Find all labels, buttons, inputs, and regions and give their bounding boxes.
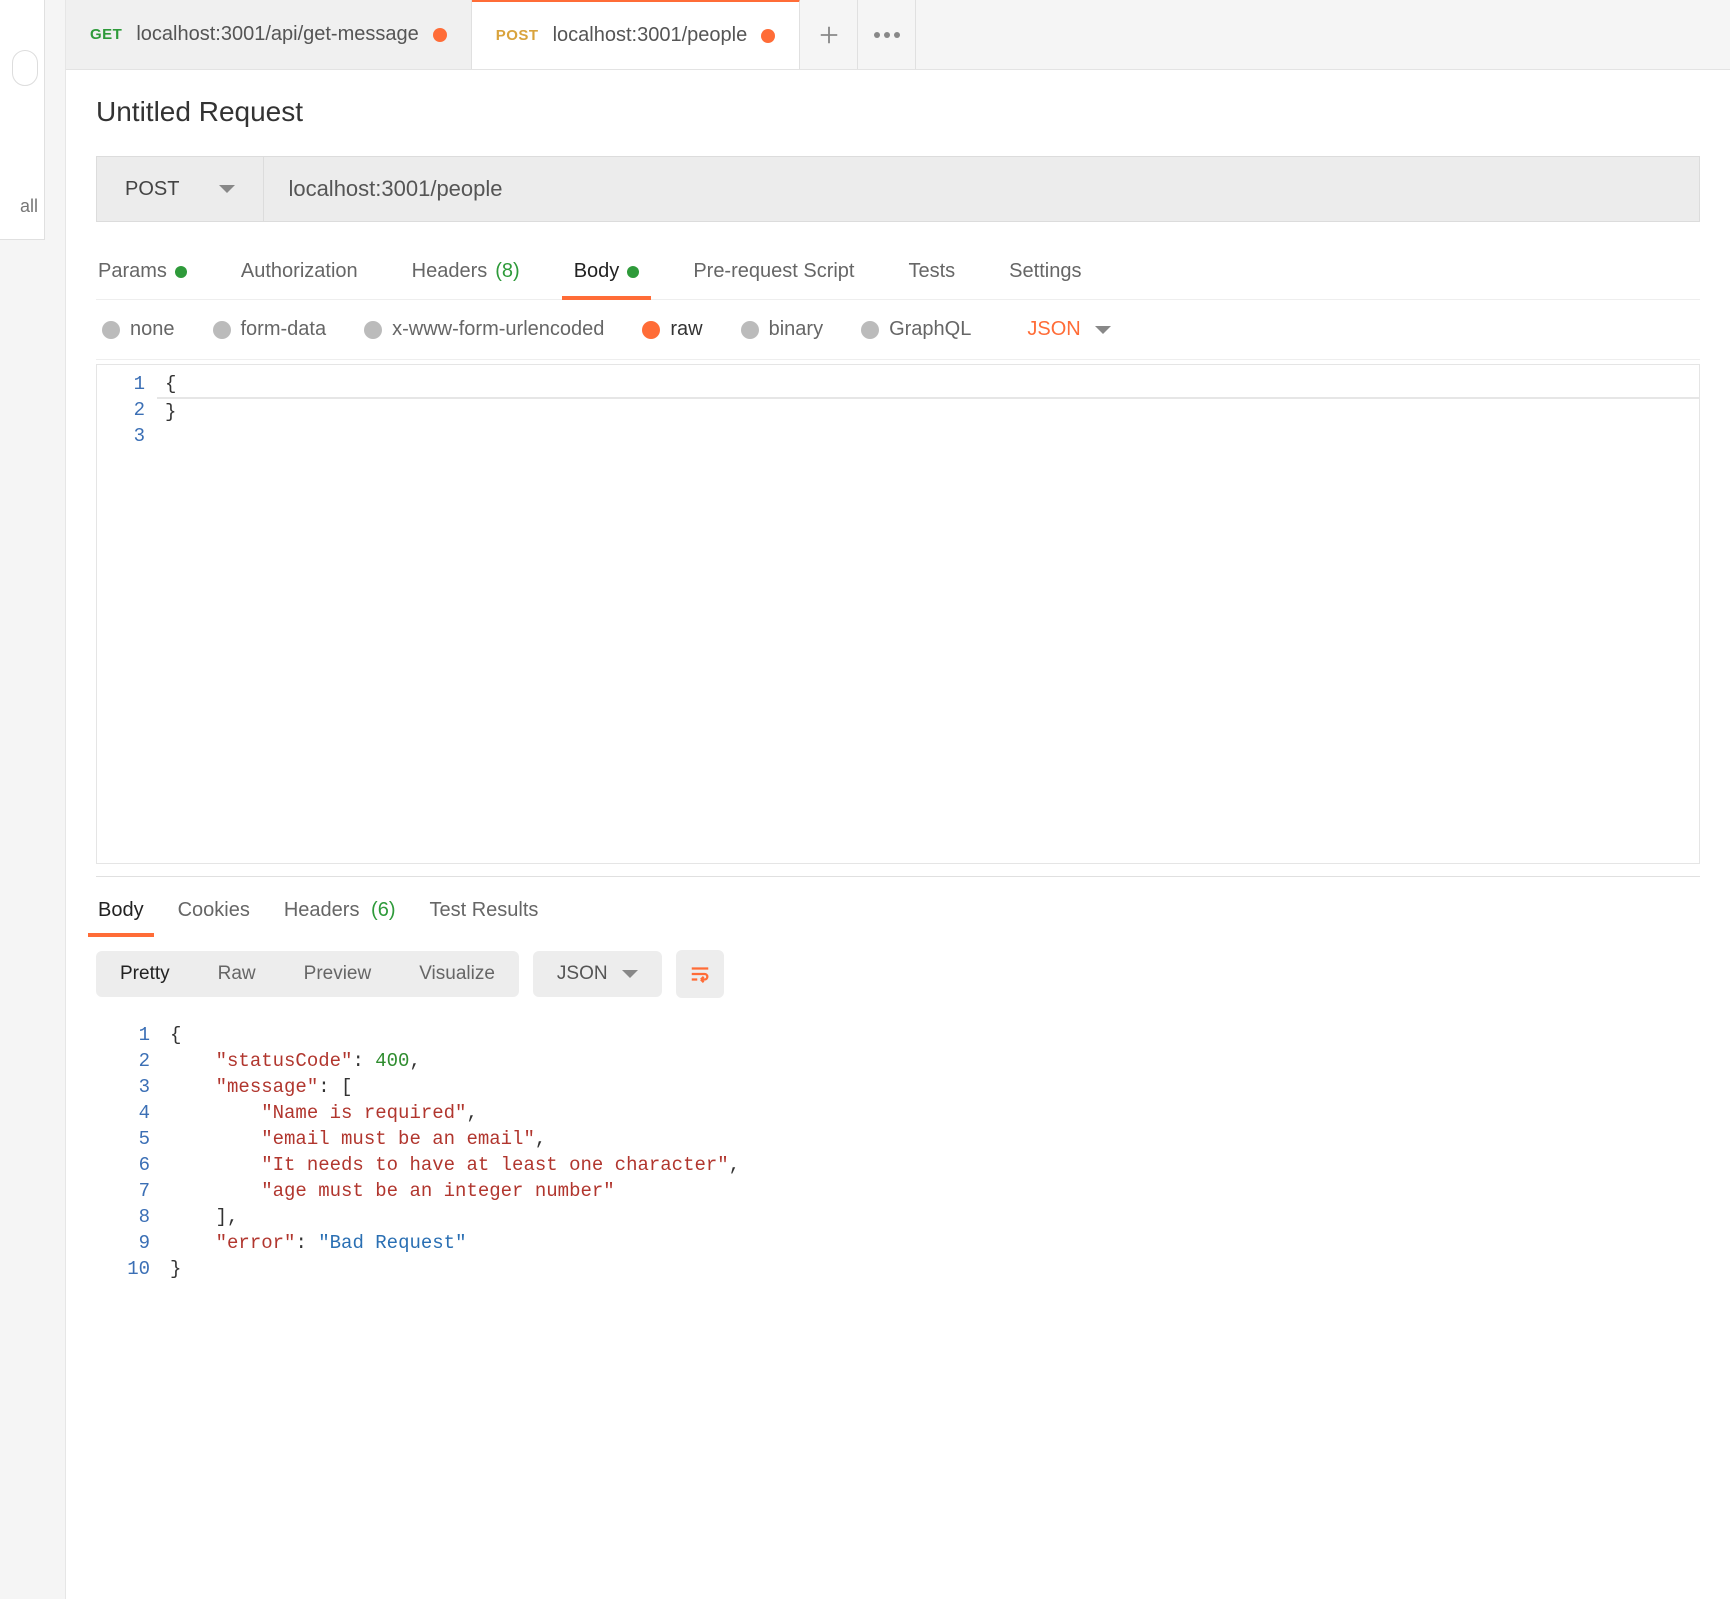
view-raw-label: Raw	[218, 963, 256, 984]
wrap-icon	[689, 963, 711, 985]
tab-body-label: Body	[574, 260, 620, 283]
tab-url: localhost:3001/people	[553, 24, 748, 47]
response-body-editor[interactable]: 12345678910 { "statusCode": 400, "messag…	[96, 1016, 1700, 1288]
new-tab-button[interactable]	[800, 0, 858, 69]
response-tab-test-results[interactable]: Test Results	[427, 895, 540, 936]
tab-prerequest[interactable]: Pre-request Script	[691, 250, 856, 299]
request-body-editor[interactable]: 123 {}	[96, 364, 1700, 864]
response-code: { "statusCode": 400, "message": [ "Name …	[162, 1016, 1700, 1288]
body-type-raw[interactable]: raw	[642, 318, 702, 341]
radio-icon	[642, 321, 660, 339]
radio-icon	[213, 321, 231, 339]
tab-tests-label: Tests	[908, 260, 955, 283]
request-tab-1[interactable]: POST localhost:3001/people	[472, 0, 800, 69]
tab-params[interactable]: Params	[96, 250, 189, 299]
response-area: Body Cookies Headers (6) Test Results Pr…	[96, 876, 1700, 1599]
tab-settings-label: Settings	[1009, 260, 1081, 283]
radio-icon	[861, 321, 879, 339]
view-pretty-label: Pretty	[120, 963, 170, 984]
body-type-raw-label: raw	[670, 318, 702, 341]
request-tabs-strip: GET localhost:3001/api/get-message POST …	[66, 0, 1730, 70]
response-tab-test-results-label: Test Results	[429, 899, 538, 921]
tab-headers-count: (8)	[495, 260, 519, 283]
body-type-form-data[interactable]: form-data	[213, 318, 327, 341]
response-toolbar: Pretty Raw Preview Visualize JSON	[96, 950, 1700, 998]
sidebar-pill	[12, 50, 38, 86]
status-dot-icon	[627, 266, 639, 278]
view-visualize[interactable]: Visualize	[395, 951, 519, 997]
response-tab-body[interactable]: Body	[96, 895, 146, 936]
unsaved-dot-icon	[433, 28, 447, 42]
view-visualize-label: Visualize	[419, 963, 495, 984]
response-tab-headers[interactable]: Headers (6)	[282, 895, 398, 936]
body-type-urlencoded-label: x-www-form-urlencoded	[392, 318, 604, 341]
view-pretty[interactable]: Pretty	[96, 951, 194, 997]
url-bar: POST localhost:3001/people	[96, 156, 1700, 222]
tab-method: GET	[90, 26, 122, 43]
response-tabs: Body Cookies Headers (6) Test Results	[96, 877, 1700, 936]
response-view-group: Pretty Raw Preview Visualize	[96, 951, 519, 997]
body-type-binary[interactable]: binary	[741, 318, 823, 341]
plus-icon	[818, 24, 840, 46]
radio-icon	[364, 321, 382, 339]
response-tab-body-label: Body	[98, 899, 144, 921]
tab-headers-label: Headers	[412, 260, 488, 283]
left-sidebar-fragment: all	[0, 0, 45, 240]
body-type-none-label: none	[130, 318, 175, 341]
view-preview[interactable]: Preview	[280, 951, 396, 997]
response-tab-headers-count: (6)	[371, 899, 395, 921]
request-content: Untitled Request POST localhost:3001/peo…	[66, 70, 1730, 1599]
tab-method: POST	[496, 27, 539, 44]
tab-body[interactable]: Body	[572, 250, 642, 299]
body-type-graphql[interactable]: GraphQL	[861, 318, 971, 341]
response-tab-cookies-label: Cookies	[178, 899, 250, 921]
request-subtabs: Params Authorization Headers (8) Body Pr…	[96, 250, 1700, 300]
method-select-value: POST	[125, 178, 179, 201]
editor-code[interactable]: {}	[157, 365, 1699, 863]
request-tab-0[interactable]: GET localhost:3001/api/get-message	[66, 0, 472, 69]
body-language-select[interactable]: JSON	[1027, 318, 1110, 341]
method-select[interactable]: POST	[97, 157, 264, 221]
tab-tests[interactable]: Tests	[906, 250, 957, 299]
view-preview-label: Preview	[304, 963, 372, 984]
tab-url: localhost:3001/api/get-message	[136, 23, 418, 46]
tab-authorization-label: Authorization	[241, 260, 358, 283]
ellipsis-icon	[874, 32, 900, 38]
url-input-value: localhost:3001/people	[288, 176, 502, 202]
radio-icon	[741, 321, 759, 339]
response-tab-cookies[interactable]: Cookies	[176, 895, 252, 936]
radio-icon	[102, 321, 120, 339]
tab-headers[interactable]: Headers (8)	[410, 250, 522, 299]
tab-prerequest-label: Pre-request Script	[693, 260, 854, 283]
main-panel: GET localhost:3001/api/get-message POST …	[65, 0, 1730, 1599]
response-tab-headers-label: Headers	[284, 899, 360, 921]
chevron-down-icon	[219, 185, 235, 193]
tab-params-label: Params	[98, 260, 167, 283]
chevron-down-icon	[1095, 326, 1111, 334]
body-type-graphql-label: GraphQL	[889, 318, 971, 341]
body-language-value: JSON	[1027, 318, 1080, 341]
url-input[interactable]: localhost:3001/people	[264, 157, 1699, 221]
view-raw[interactable]: Raw	[194, 951, 280, 997]
request-title[interactable]: Untitled Request	[96, 96, 1700, 128]
tab-settings[interactable]: Settings	[1007, 250, 1083, 299]
sidebar-all-label: all	[20, 196, 38, 217]
response-gutter: 12345678910	[96, 1016, 162, 1288]
wrap-lines-button[interactable]	[676, 950, 724, 998]
response-format-value: JSON	[557, 963, 608, 985]
body-type-urlencoded[interactable]: x-www-form-urlencoded	[364, 318, 604, 341]
unsaved-dot-icon	[761, 29, 775, 43]
chevron-down-icon	[622, 970, 638, 978]
response-format-select[interactable]: JSON	[533, 951, 662, 997]
status-dot-icon	[175, 266, 187, 278]
editor-gutter: 123	[97, 365, 157, 863]
tab-authorization[interactable]: Authorization	[239, 250, 360, 299]
body-type-form-data-label: form-data	[241, 318, 327, 341]
body-type-binary-label: binary	[769, 318, 823, 341]
tab-overflow-button[interactable]	[858, 0, 916, 69]
body-type-none[interactable]: none	[102, 318, 175, 341]
body-type-row: none form-data x-www-form-urlencoded raw…	[96, 300, 1700, 360]
